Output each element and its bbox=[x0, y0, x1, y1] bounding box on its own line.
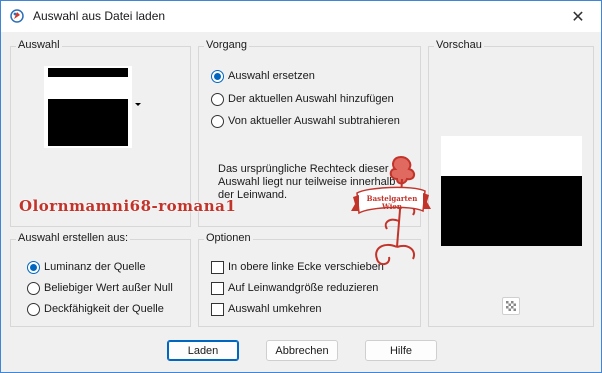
checkbox-indicator[interactable] bbox=[211, 281, 224, 295]
bastelgarten-logo: Bastelgarten Wien bbox=[343, 151, 431, 273]
close-button[interactable]: ✕ bbox=[555, 1, 601, 32]
radio-indicator[interactable] bbox=[211, 69, 224, 83]
vorgang-group-label: Vorgang bbox=[204, 39, 249, 51]
laden-button[interactable]: Laden bbox=[167, 340, 239, 361]
radio-label: Der aktuellen Auswahl hinzufügen bbox=[228, 93, 394, 105]
logo-text: Bastelgarten Wien bbox=[366, 194, 418, 211]
radio-label: Auswahl ersetzen bbox=[228, 70, 315, 82]
optionen-group-label: Optionen bbox=[204, 232, 253, 244]
checkbox-leinwandgroesse[interactable]: Auf Leinwandgröße reduzieren bbox=[211, 280, 378, 296]
radio-indicator[interactable] bbox=[27, 302, 40, 316]
flower-logo-icon bbox=[351, 155, 431, 265]
selection-thumbnail[interactable] bbox=[44, 66, 132, 148]
checkbox-label: Auf Leinwandgröße reduzieren bbox=[228, 282, 379, 294]
thumbnail-dropdown-arrow[interactable] bbox=[135, 103, 141, 106]
radio-luminanz[interactable]: Luminanz der Quelle bbox=[27, 259, 146, 275]
radio-label: Deckfähigkeit der Quelle bbox=[44, 303, 164, 315]
paintshop-app-icon bbox=[10, 9, 24, 23]
erstellen-group-label: Auswahl erstellen aus: bbox=[16, 232, 131, 244]
abbrechen-button[interactable]: Abbrechen bbox=[266, 340, 338, 361]
thumbnail-top-bar bbox=[48, 68, 128, 77]
radio-indicator[interactable] bbox=[211, 92, 224, 106]
thumbnail-block bbox=[48, 99, 128, 146]
radio-beliebiger-wert[interactable]: Beliebiger Wert außer Null bbox=[27, 280, 173, 296]
dialog-window: Auswahl aus Datei laden ✕ Auswahl Vorgan… bbox=[0, 0, 602, 373]
preview-selection bbox=[441, 176, 582, 246]
title-bar[interactable]: Auswahl aus Datei laden ✕ bbox=[1, 1, 601, 32]
checkbox-indicator[interactable] bbox=[211, 302, 224, 316]
radio-indicator[interactable] bbox=[211, 114, 224, 128]
window-title: Auswahl aus Datei laden bbox=[33, 9, 166, 23]
vorschau-group-label: Vorschau bbox=[434, 39, 484, 51]
checkbox-indicator[interactable] bbox=[211, 260, 224, 274]
radio-auswahl-subtrahieren[interactable]: Von aktueller Auswahl subtrahieren bbox=[211, 113, 400, 129]
radio-indicator[interactable] bbox=[27, 281, 40, 295]
radio-auswahl-ersetzen[interactable]: Auswahl ersetzen bbox=[211, 68, 315, 84]
close-icon: ✕ bbox=[571, 8, 585, 26]
radio-label: Beliebiger Wert außer Null bbox=[44, 282, 173, 294]
radio-indicator[interactable] bbox=[27, 260, 40, 274]
checkbox-auswahl-umkehren[interactable]: Auswahl umkehren bbox=[211, 301, 322, 317]
radio-label: Von aktueller Auswahl subtrahieren bbox=[228, 115, 400, 127]
preview-canvas bbox=[441, 136, 582, 246]
radio-auswahl-hinzufuegen[interactable]: Der aktuellen Auswahl hinzufügen bbox=[211, 91, 394, 107]
vorschau-group: Vorschau bbox=[428, 39, 594, 327]
hilfe-button[interactable]: Hilfe bbox=[365, 340, 437, 361]
checkbox-label: Auswahl umkehren bbox=[228, 303, 322, 315]
radio-deckfaehigkeit[interactable]: Deckfähigkeit der Quelle bbox=[27, 301, 164, 317]
transparency-toggle-button[interactable] bbox=[502, 297, 520, 315]
watermark-text: Olornmamni68-romana1 bbox=[19, 197, 237, 215]
radio-label: Luminanz der Quelle bbox=[44, 261, 146, 273]
checkerboard-icon bbox=[506, 301, 516, 311]
erstellen-group: Auswahl erstellen aus: Luminanz der Quel… bbox=[10, 232, 191, 327]
auswahl-group-label: Auswahl bbox=[16, 39, 62, 51]
